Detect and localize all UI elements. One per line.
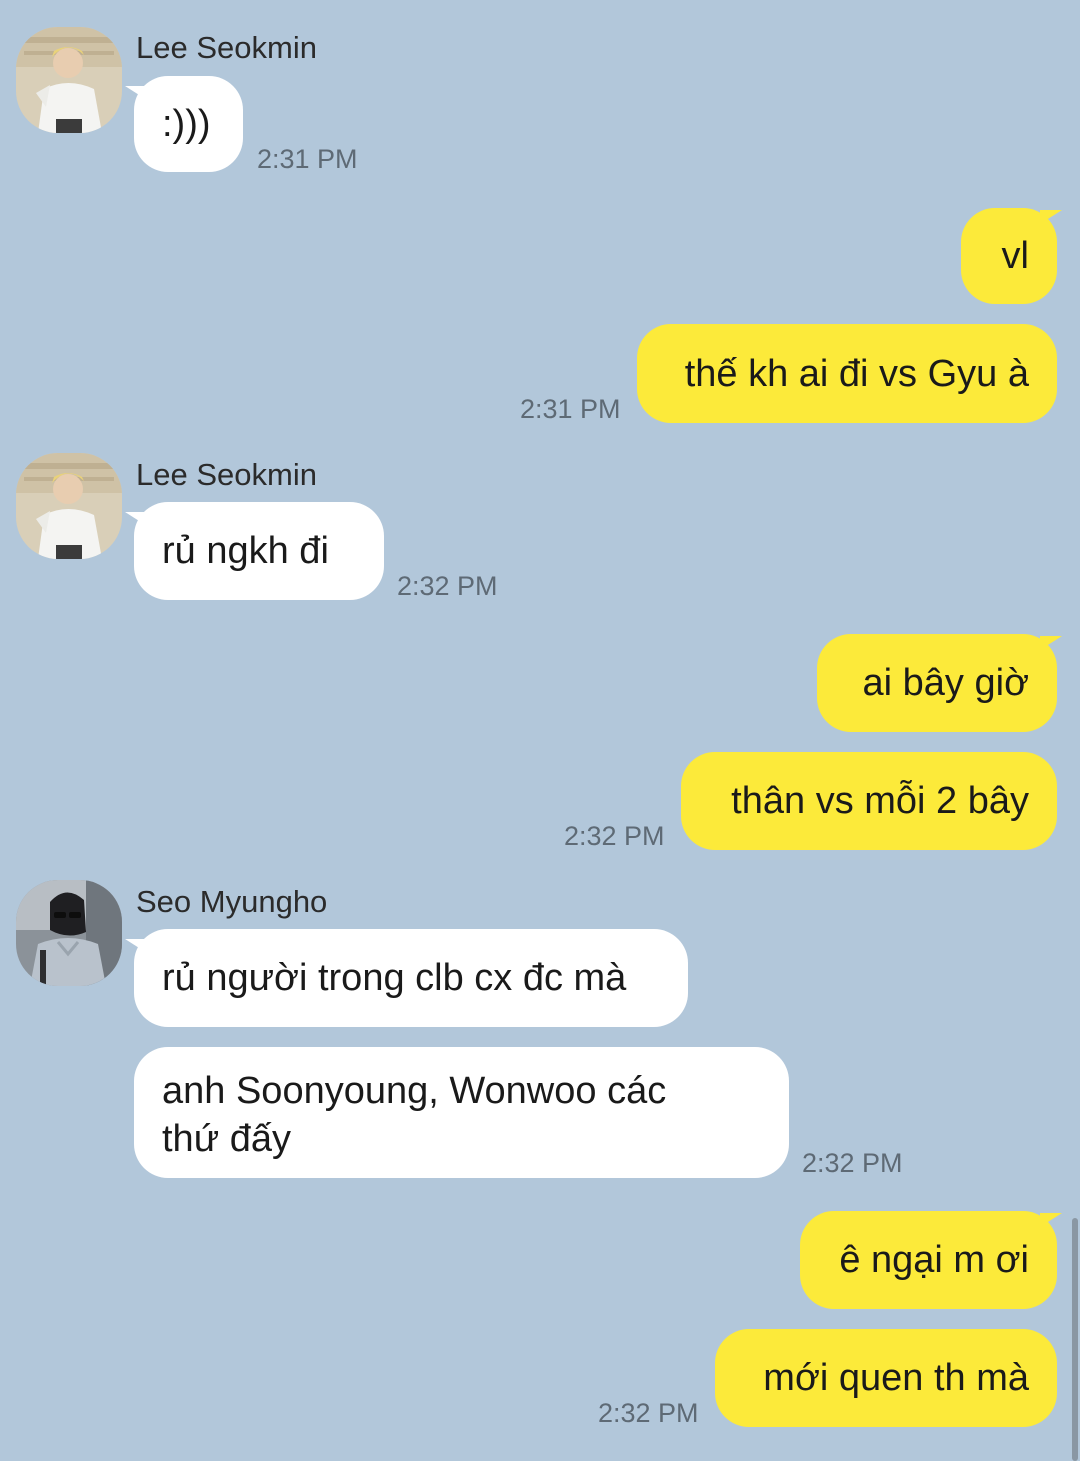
message-time: 2:32 PM: [802, 1148, 903, 1178]
avatar-lee-seokmin[interactable]: [16, 453, 122, 559]
message-time: 2:32 PM: [564, 821, 665, 851]
message-time: 2:32 PM: [598, 1398, 699, 1428]
sender-name: Seo Myungho: [136, 884, 328, 919]
avatar-lee-seokmin[interactable]: [16, 27, 122, 133]
message-bubble[interactable]: :))): [134, 76, 243, 172]
message-time: 2:31 PM: [257, 144, 358, 174]
message-bubble[interactable]: ai bây giờ: [817, 634, 1057, 732]
message-bubble[interactable]: anh Soonyoung, Wonwoo các thứ đấy: [134, 1047, 789, 1178]
sender-name: Lee Seokmin: [136, 30, 317, 65]
avatar-seo-myungho[interactable]: [16, 880, 122, 986]
message-bubble[interactable]: rủ người trong clb cx đc mà: [134, 929, 688, 1027]
message-bubble[interactable]: thân vs mỗi 2 bây: [681, 752, 1057, 850]
message-bubble[interactable]: thế kh ai đi vs Gyu à: [637, 324, 1057, 423]
message-time: 2:31 PM: [520, 394, 621, 424]
sender-name: Lee Seokmin: [136, 457, 317, 492]
message-bubble[interactable]: vl: [961, 208, 1057, 304]
message-bubble[interactable]: ê ngại m ơi: [800, 1211, 1057, 1309]
scrollbar[interactable]: [1072, 1218, 1078, 1461]
message-time: 2:32 PM: [397, 571, 498, 601]
message-bubble[interactable]: rủ ngkh đi: [134, 502, 384, 600]
message-bubble[interactable]: mới quen th mà: [715, 1329, 1057, 1427]
